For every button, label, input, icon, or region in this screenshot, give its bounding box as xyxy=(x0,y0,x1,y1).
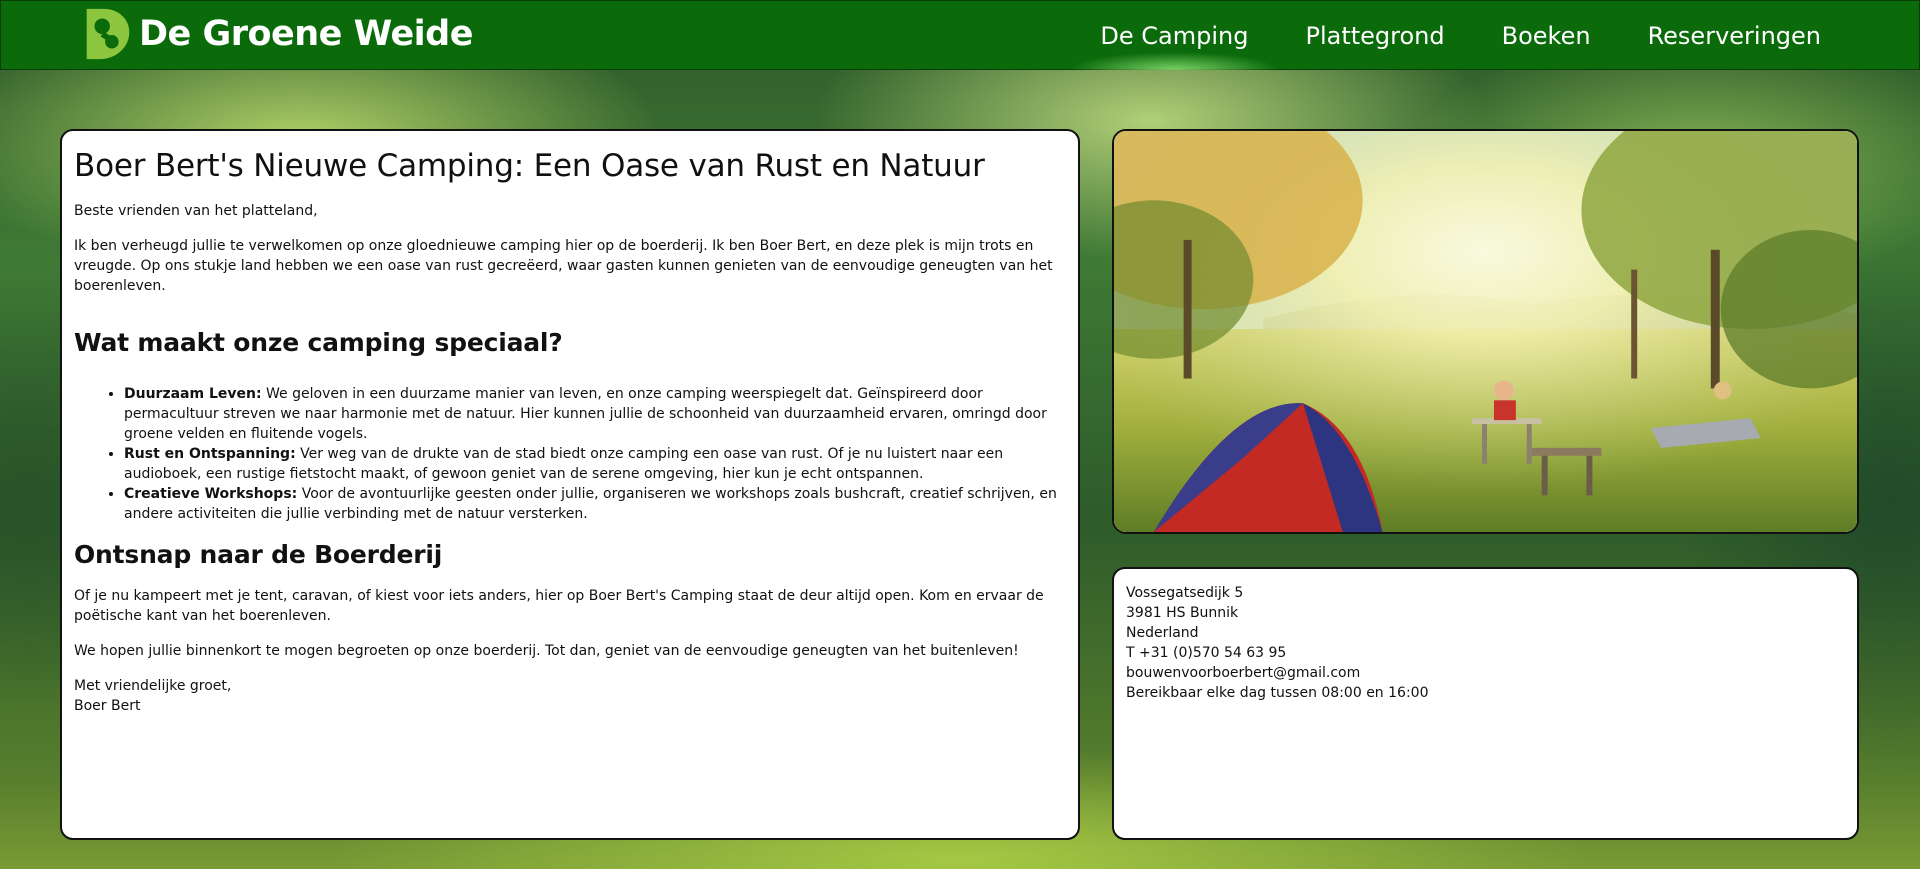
contact-postal-city: 3981 HS Bunnik xyxy=(1126,605,1239,621)
brand-title: De Groene Weide xyxy=(139,14,473,54)
contact-email: bouwenvoorboerbert@gmail.com xyxy=(1126,665,1361,681)
signature-text: Boer Bert xyxy=(74,698,141,714)
nav-item-boeken[interactable]: Boeken xyxy=(1500,2,1593,70)
list-item: Duurzaam Leven: We geloven in een duurza… xyxy=(124,384,1066,444)
page-title: Boer Bert's Nieuwe Camping: Een Oase van… xyxy=(74,148,985,184)
nav-item-plattegrond[interactable]: Plattegrond xyxy=(1303,2,1446,70)
feature-title: Duurzaam Leven: xyxy=(124,386,262,402)
greeting-text: Beste vrienden van het platteland, xyxy=(74,203,318,219)
location-pin-logo-icon xyxy=(86,8,130,60)
contact-panel: Vossegatsedijk 5 3981 HS Bunnik Nederlan… xyxy=(1112,567,1859,840)
hope-paragraph: We hopen jullie binnenkort te mogen begr… xyxy=(74,643,1019,659)
contact-country: Nederland xyxy=(1126,625,1199,641)
closing-block: Met vriendelijke groet, Boer Bert xyxy=(74,676,1066,716)
contact-hours: Bereikbaar elke dag tussen 08:00 en 16:0… xyxy=(1126,685,1429,701)
brand[interactable]: De Groene Weide xyxy=(79,3,473,65)
contact-street: Vossegatsedijk 5 xyxy=(1126,585,1244,601)
main-nav: De Camping Plattegrond Boeken Reserverin… xyxy=(1045,1,1823,71)
list-item: Creatieve Workshops: Voor de avontuurlij… xyxy=(124,484,1066,524)
campsite-photo xyxy=(1112,129,1859,534)
main-content-panel: Boer Bert's Nieuwe Camping: Een Oase van… xyxy=(60,129,1080,840)
feature-text: We geloven in een duurzame manier van le… xyxy=(124,386,1047,442)
feature-title: Rust en Ontspanning: xyxy=(124,446,296,462)
escape-paragraph: Of je nu kampeert met je tent, caravan, … xyxy=(74,588,1044,624)
nav-item-de-camping[interactable]: De Camping xyxy=(1068,2,1281,70)
special-heading: Wat maakt onze camping speciaal? xyxy=(74,328,563,357)
list-item: Rust en Ontspanning: Ver weg van de druk… xyxy=(124,444,1066,484)
escape-heading: Ontsnap naar de Boerderij xyxy=(74,540,443,569)
closing-text: Met vriendelijke groet, xyxy=(74,678,232,694)
nav-item-reserveringen[interactable]: Reserveringen xyxy=(1646,2,1823,70)
intro-paragraph: Ik ben verheugd jullie te verwelkomen op… xyxy=(74,238,1053,294)
feature-title: Creatieve Workshops: xyxy=(124,486,298,502)
campsite-photo-illustration xyxy=(1114,131,1857,532)
top-navbar: De Groene Weide De Camping Plattegrond B… xyxy=(0,0,1920,70)
contact-phone: T +31 (0)570 54 63 95 xyxy=(1126,645,1287,661)
features-list: Duurzaam Leven: We geloven in een duurza… xyxy=(74,384,1066,524)
